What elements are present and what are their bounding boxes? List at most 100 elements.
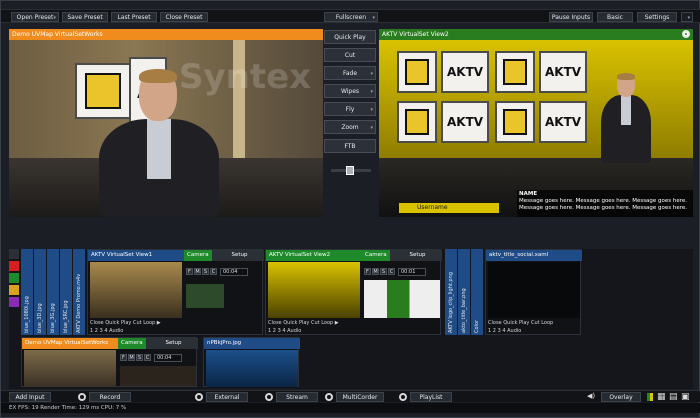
flag-m[interactable]: M [372, 268, 379, 275]
fullscreen-button[interactable]: Fullscreen ▾ [324, 12, 378, 22]
camera-tab[interactable]: Camera [362, 250, 390, 261]
list-layout-icon[interactable]: ▤ [669, 392, 678, 402]
input-layer-thumb[interactable] [120, 366, 196, 386]
input-tab-3[interactable]: blue_3G.jpg [47, 249, 59, 335]
gear-icon[interactable] [399, 393, 407, 401]
stream-button[interactable]: Stream [276, 392, 318, 402]
transition-quick-play-button[interactable]: Quick Play [324, 30, 376, 44]
setup-tab[interactable]: Setup [212, 250, 264, 261]
input-strip-yellow[interactable] [9, 285, 19, 295]
overlay-1-button[interactable]: 1 [90, 328, 93, 334]
pause-inputs-button[interactable]: Pause Inputs [549, 12, 593, 22]
input-aktv-view1[interactable]: AKTV VirtualSet View1 Camera Setup FMSC … [87, 249, 264, 335]
setup-tab[interactable]: Setup [390, 250, 442, 261]
input-strip-green[interactable] [9, 273, 19, 283]
flag-c[interactable]: C [388, 268, 395, 275]
input-tab-1[interactable]: blue_1080i.jpg [21, 249, 33, 335]
cut-button[interactable]: Cut [133, 320, 142, 326]
duration-field[interactable]: 00:04 [220, 268, 248, 276]
gear-icon[interactable] [325, 393, 333, 401]
speaker-icon[interactable]: ◀) [587, 392, 595, 400]
input-strip-purple[interactable] [9, 297, 19, 307]
playlist-button[interactable]: PlayList [410, 392, 452, 402]
close-button[interactable]: Close [268, 320, 282, 326]
duration-field[interactable]: 00:01 [398, 268, 426, 276]
flag-f[interactable]: F [364, 268, 371, 275]
transition-ftb-button[interactable]: FTB [324, 139, 376, 153]
multiview-icon[interactable]: ▣ [681, 392, 690, 402]
flag-m[interactable]: M [128, 354, 135, 361]
overlay-1-button[interactable]: 1 [268, 328, 271, 334]
overlay-2-button[interactable]: 2 [273, 328, 276, 334]
quick-play-button[interactable]: Quick Play [283, 320, 309, 326]
input-thumbnail[interactable] [206, 350, 298, 387]
play-icon[interactable]: ▶ [335, 320, 339, 326]
audio-button[interactable]: Audio [507, 328, 521, 334]
input-tab-2[interactable]: blue_3D.jpg [34, 249, 46, 335]
overlay-2-button[interactable]: 2 [95, 328, 98, 334]
input-layer-thumb[interactable] [186, 284, 224, 308]
overlay-1-button[interactable]: 1 [488, 328, 491, 334]
input-thumbnail[interactable] [488, 262, 580, 318]
flag-s[interactable]: S [380, 268, 387, 275]
cut-button[interactable]: Cut [531, 320, 540, 326]
close-preset-button[interactable]: Close Preset [160, 12, 208, 22]
flag-f[interactable]: F [186, 268, 193, 275]
gear-icon[interactable] [682, 30, 690, 38]
overlay-4-button[interactable]: 4 [502, 328, 505, 334]
camera-tab[interactable]: Camera [118, 338, 146, 349]
overlay-3-button[interactable]: 3 [498, 328, 501, 334]
overlay-3-button[interactable]: 3 [278, 328, 281, 334]
transition-zoom-button[interactable]: Zoom ▾ [324, 120, 376, 134]
preview-panel[interactable]: Demo UVMap VirtualSetWorks A Syntex [9, 29, 323, 217]
output-panel[interactable]: AKTV VirtualSet View2 AKTV AKTV AKTV AKT… [379, 29, 693, 217]
input-tab-5[interactable]: AKTV Demo Promo.m4v [73, 249, 85, 335]
quick-play-button[interactable]: Quick Play [503, 320, 529, 326]
input-tab-title-bar[interactable]: akto_title_bar.png [458, 249, 470, 335]
transition-cut-button[interactable]: Cut [324, 48, 376, 62]
quick-play-button[interactable]: Quick Play [105, 320, 131, 326]
overlay-4-button[interactable]: 4 [282, 328, 285, 334]
gear-icon[interactable] [78, 393, 86, 401]
gear-icon[interactable] [265, 393, 273, 401]
flag-s[interactable]: S [202, 268, 209, 275]
flag-f[interactable]: F [120, 354, 127, 361]
input-title-social[interactable]: aktv_title_social.xaml Close Quick Play … [485, 249, 582, 335]
close-button[interactable]: Close [90, 320, 104, 326]
open-preset-button[interactable]: Open Preset ▾ [11, 12, 59, 22]
audio-button[interactable]: Audio [287, 328, 301, 334]
audio-button[interactable]: Audio [109, 328, 123, 334]
camera-tab[interactable]: Camera [184, 250, 212, 261]
external-button[interactable]: External [206, 392, 248, 402]
input-tab-4[interactable]: blue_SRC.jpg [60, 249, 72, 335]
transition-fly-button[interactable]: Fly ▾ [324, 102, 376, 116]
flag-m[interactable]: M [194, 268, 201, 275]
duration-field[interactable]: 00:04 [154, 354, 182, 362]
multicorder-button[interactable]: MultiCorder [336, 392, 384, 402]
transition-wipes-button[interactable]: Wipes ▾ [324, 84, 376, 98]
flag-c[interactable]: C [210, 268, 217, 275]
input-npbkjpro[interactable]: nPBkjPro.jpg [203, 337, 300, 387]
overlay-3-button[interactable]: 3 [100, 328, 103, 334]
overlay-2-button[interactable]: 2 [493, 328, 496, 334]
input-tab-color[interactable]: Color [471, 249, 483, 335]
add-input-button[interactable]: Add Input [9, 392, 51, 402]
close-button[interactable]: Close [488, 320, 502, 326]
input-thumbnail[interactable] [268, 262, 360, 318]
input-tab-logo[interactable]: AKTV logo_clip_light.png [445, 249, 457, 335]
loop-button[interactable]: Loop [321, 320, 333, 326]
flag-c[interactable]: C [144, 354, 151, 361]
overlay-4-button[interactable]: 4 [104, 328, 107, 334]
play-icon[interactable]: ▶ [157, 320, 161, 326]
record-button[interactable]: Record [89, 392, 131, 402]
settings-button[interactable]: Settings [637, 12, 677, 22]
basic-button[interactable]: Basic [597, 12, 633, 22]
input-strip-red[interactable] [9, 261, 19, 271]
loop-button[interactable]: Loop [143, 320, 155, 326]
grid-layout-icon[interactable]: ▦ [657, 392, 666, 402]
transition-fade-button[interactable]: Fade ▾ [324, 66, 376, 80]
t-bar-handle[interactable] [346, 166, 354, 175]
loop-button[interactable]: Loop [541, 320, 553, 326]
input-layer-thumb[interactable] [364, 280, 440, 318]
overlay-button[interactable]: Overlay [601, 392, 641, 402]
